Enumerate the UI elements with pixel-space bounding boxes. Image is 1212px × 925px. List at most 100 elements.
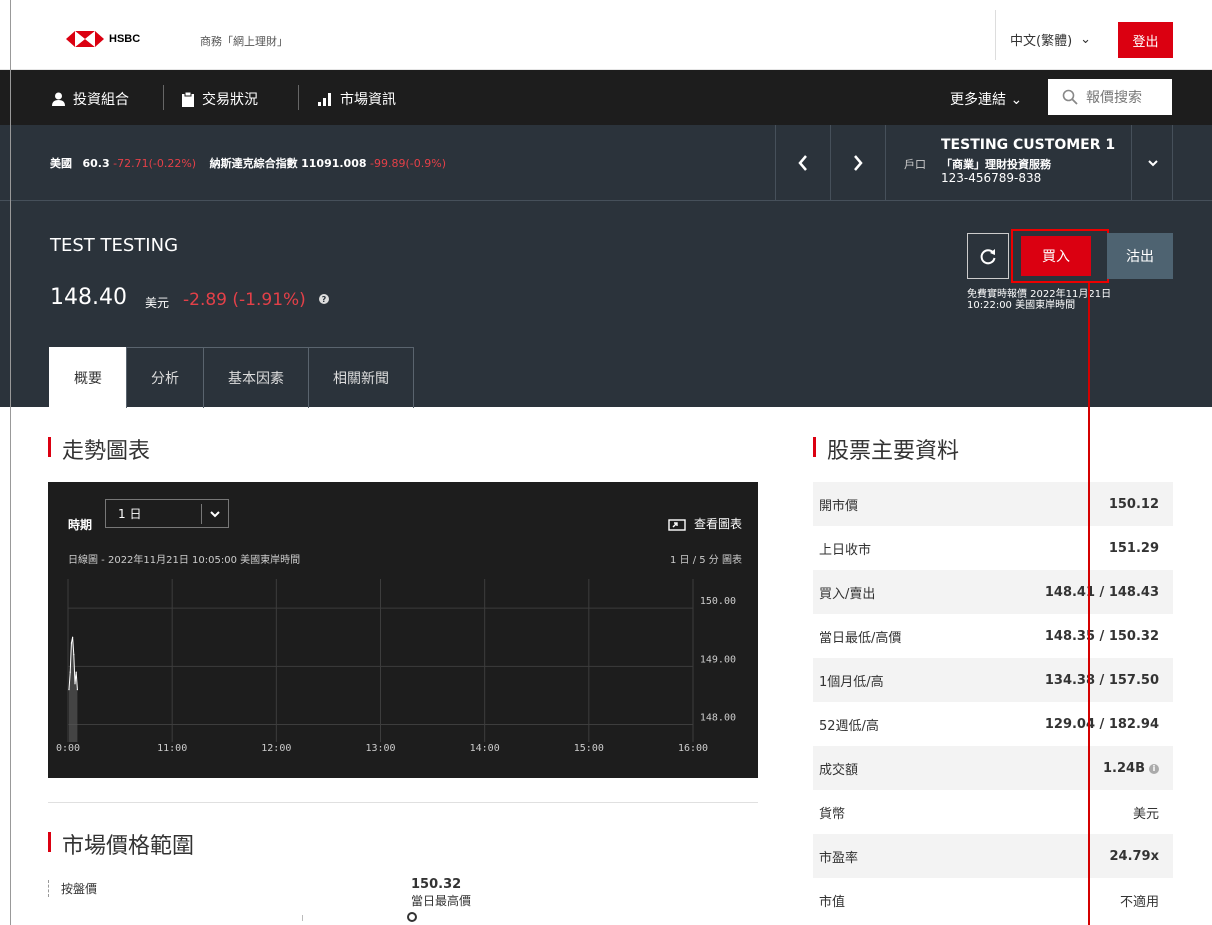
key-value: 1.24B bbox=[1103, 760, 1145, 776]
previous-account-button[interactable] bbox=[775, 125, 830, 201]
key-label: 開市價 bbox=[819, 498, 859, 514]
sell-button[interactable]: 沽出 bbox=[1107, 233, 1173, 279]
account-number: 123-456789-838 bbox=[941, 171, 1042, 185]
table-row: 市盈率 24.79x bbox=[813, 834, 1173, 878]
key-value: 148.35 / 150.32 bbox=[1044, 628, 1159, 644]
key-value: 24.79x bbox=[1109, 848, 1159, 864]
stock-currency: 美元 bbox=[145, 296, 170, 310]
account-dropdown-button[interactable] bbox=[1131, 125, 1173, 201]
logo-text: HSBC bbox=[109, 33, 141, 45]
table-row: 買入/賣出 148.41 / 148.43 bbox=[813, 570, 1173, 614]
ticker-index1-value: 60.3 bbox=[82, 157, 110, 170]
x-tick-label: 0:00 bbox=[56, 743, 80, 754]
stock-header: TEST TESTING 148.40 美元 -2.89 (-1.91%) ? … bbox=[0, 201, 1212, 408]
price-range-title: 市場價格範圍 bbox=[48, 828, 194, 860]
price-point bbox=[75, 671, 77, 673]
key-value: 148.41 / 148.43 bbox=[1044, 584, 1159, 600]
key-label: 當日最低/高價 bbox=[819, 630, 902, 646]
x-tick-label: 15:00 bbox=[574, 743, 604, 754]
y-tick-label: 149.00 bbox=[700, 654, 736, 665]
price-point bbox=[76, 689, 78, 691]
price-point bbox=[73, 654, 75, 656]
price-point bbox=[74, 683, 76, 685]
key-label: 上日收市 bbox=[819, 542, 872, 558]
tab-fundamentals[interactable]: 基本因素 bbox=[203, 347, 309, 408]
y-tick-label: 148.00 bbox=[700, 713, 736, 724]
info-icon[interactable]: ? bbox=[319, 294, 329, 304]
key-data-table: 開市價 150.12 上日收市 151.29 買入/賣出 148.41 / 148.4… bbox=[813, 482, 1173, 922]
stock-change: -2.89 (-1.91%) bbox=[183, 290, 306, 310]
trend-chart: 時期 1 日 查看圖表 日線圖 - 2022年11月21日 10:05:00 美… bbox=[48, 482, 758, 778]
stock-name: TEST TESTING bbox=[50, 235, 179, 256]
ticker-text: 美國 60.3 -72.71(-0.22%) 納斯達克綜合指數 11091.00… bbox=[50, 155, 456, 171]
nav-market-info[interactable]: 市場資訊 bbox=[318, 89, 396, 109]
tab-related-news[interactable]: 相關新聞 bbox=[308, 347, 414, 408]
nav-divider bbox=[163, 85, 164, 110]
next-account-button[interactable] bbox=[830, 125, 885, 201]
key-data-title: 股票主要資料 bbox=[813, 433, 959, 465]
nav-transactions[interactable]: 交易狀況 bbox=[182, 89, 258, 109]
buy-button-highlight bbox=[1011, 229, 1109, 283]
x-tick-label: 12:00 bbox=[261, 743, 291, 754]
chevron-down-icon: ⌄ bbox=[1010, 92, 1023, 108]
chevron-left-icon bbox=[798, 155, 807, 171]
range-label: 按盤價 bbox=[48, 880, 97, 897]
divider bbox=[995, 10, 996, 60]
price-point bbox=[72, 636, 74, 638]
tab-overview[interactable]: 概要 bbox=[49, 347, 127, 408]
price-point bbox=[68, 689, 70, 691]
service-tagline: 商務「網上理財」 bbox=[200, 35, 288, 48]
day-high-value: 150.32 bbox=[411, 877, 462, 892]
chevron-right-icon bbox=[854, 155, 863, 171]
price-line-chart[interactable]: 0:00 11:00 12:00 13:00 14:00 15:00 16:00 150.00… bbox=[48, 482, 758, 778]
range-tick bbox=[302, 915, 303, 921]
day-high-label: 當日最高價 bbox=[411, 894, 472, 908]
x-tick-label: 11:00 bbox=[157, 743, 187, 754]
account-label: 戶口 bbox=[904, 158, 926, 171]
customer-account-selector[interactable]: 戶口 TESTING CUSTOMER 1 「商業」理財投資服務 123-456… bbox=[885, 125, 1173, 201]
key-value: 151.29 bbox=[1108, 540, 1159, 556]
more-links-menu[interactable]: 更多連結 ⌄ bbox=[950, 89, 1022, 109]
trend-chart-title: 走勢圖表 bbox=[48, 433, 150, 465]
more-links-label: 更多連結 bbox=[950, 92, 1006, 108]
nav-divider bbox=[298, 85, 299, 110]
key-label: 貨幣 bbox=[819, 806, 846, 822]
table-row: 當日最低/高價 148.35 / 150.32 bbox=[813, 614, 1173, 658]
table-row: 上日收市 151.29 bbox=[813, 526, 1173, 570]
section-divider bbox=[48, 802, 758, 803]
ticker-region: 美國 bbox=[50, 157, 72, 170]
key-value: 134.38 / 157.50 bbox=[1044, 672, 1159, 688]
refresh-button[interactable] bbox=[967, 233, 1009, 279]
stock-tabs: 概要 分析 基本因素 相關新聞 bbox=[49, 347, 414, 408]
chevron-down-icon bbox=[1147, 159, 1158, 166]
hsbc-hexagon-icon bbox=[66, 31, 104, 47]
ticker-index2-name: 納斯達克綜合指數 bbox=[209, 157, 298, 170]
key-label: 1個月低/高 bbox=[819, 674, 884, 690]
clipboard-icon bbox=[182, 91, 194, 107]
range-marker bbox=[407, 912, 417, 922]
annotation-line bbox=[1088, 283, 1090, 925]
price-point bbox=[70, 642, 72, 644]
search-icon bbox=[1062, 89, 1078, 105]
tab-analysis[interactable]: 分析 bbox=[126, 347, 204, 408]
key-label: 成交額 bbox=[819, 762, 859, 778]
x-tick-label: 13:00 bbox=[365, 743, 395, 754]
x-tick-label: 14:00 bbox=[470, 743, 500, 754]
quote-search-input[interactable]: 報價搜索 bbox=[1048, 79, 1172, 115]
key-label: 52週低/高 bbox=[819, 718, 879, 734]
key-value: 150.12 bbox=[1108, 496, 1159, 512]
x-tick-label: 16:00 bbox=[678, 743, 708, 754]
ticker-index1-change: -72.71(-0.22%) bbox=[113, 157, 197, 170]
key-label: 買入/賣出 bbox=[819, 586, 876, 602]
key-value: 美元 bbox=[1132, 806, 1159, 822]
stock-price: 148.40 bbox=[50, 285, 127, 310]
key-label: 市值 bbox=[819, 894, 846, 910]
y-tick-label: 150.00 bbox=[700, 596, 736, 607]
key-value: 不適用 bbox=[1119, 894, 1159, 910]
nav-portfolio[interactable]: 投資組合 bbox=[52, 89, 129, 109]
info-icon[interactable]: i bbox=[1149, 763, 1159, 774]
language-selector[interactable]: 中文(繁體) ⌄ bbox=[1010, 30, 1091, 49]
hsbc-logo[interactable]: HSBC bbox=[66, 31, 140, 47]
logout-button[interactable]: 登出 bbox=[1118, 22, 1173, 58]
ticker-index2-change: -99.89(-0.9%) bbox=[370, 157, 446, 170]
